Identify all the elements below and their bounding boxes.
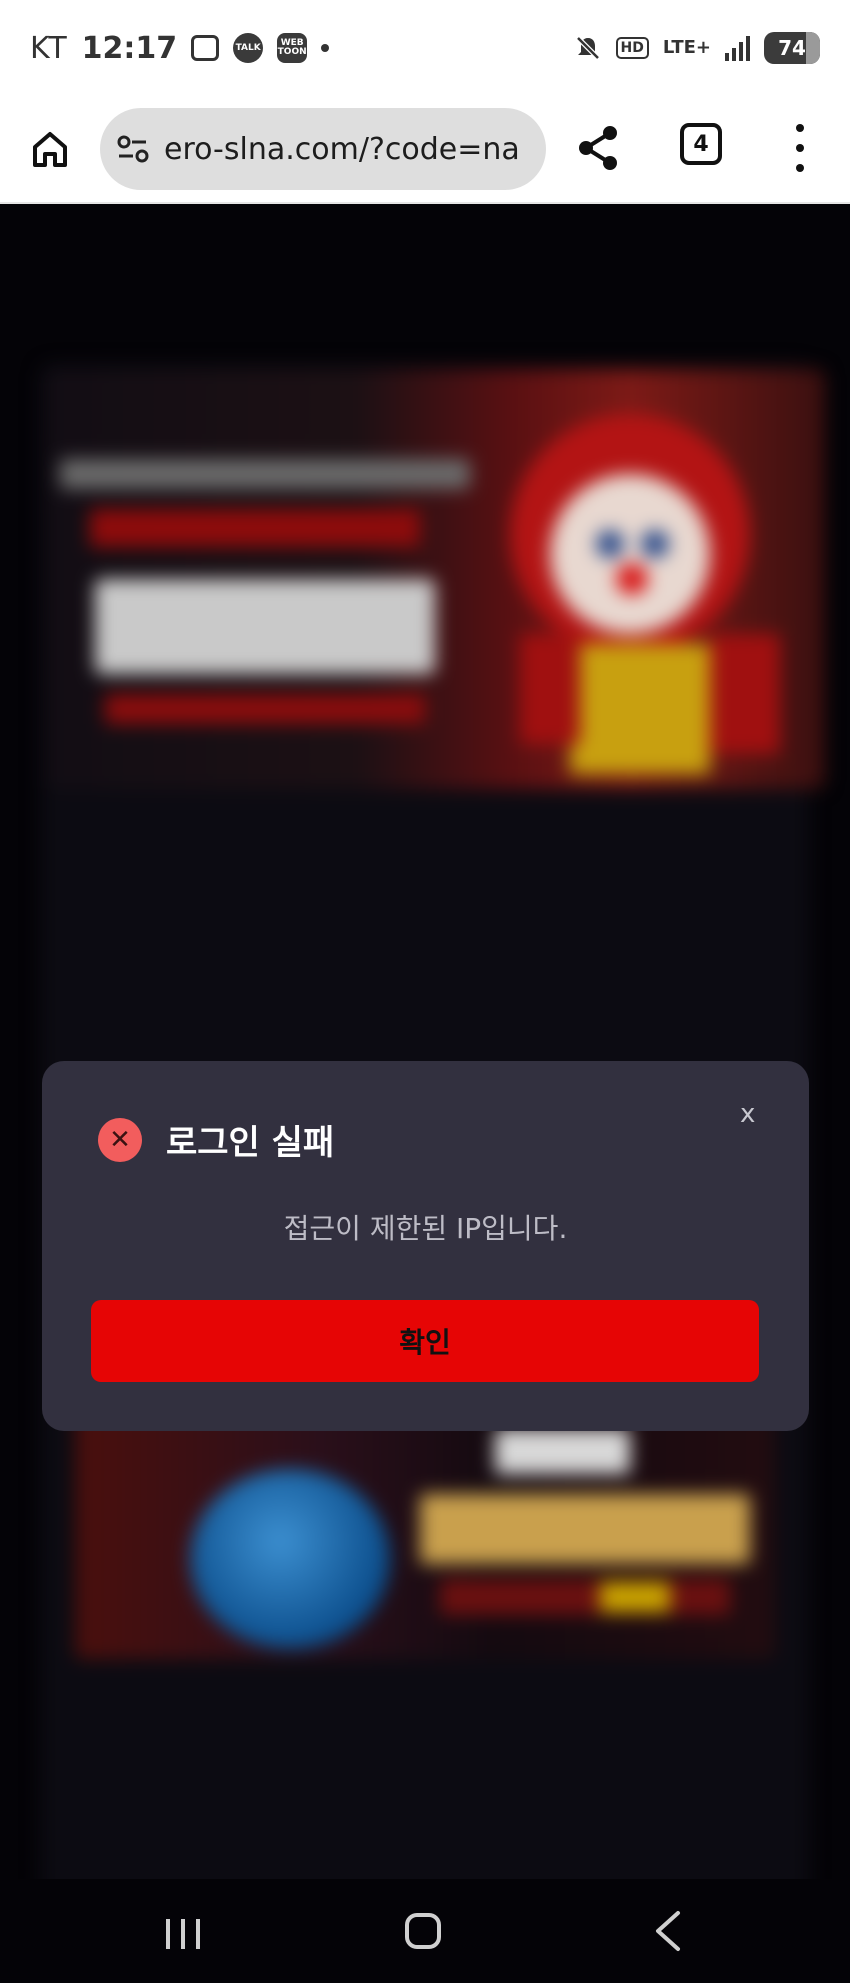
close-button[interactable]: x: [740, 1099, 755, 1129]
dialog-message: 접근이 제한된 IP입니다.: [283, 1212, 568, 1245]
banner-headline: [95, 579, 435, 674]
tab-switcher-button[interactable]: 4: [680, 123, 722, 165]
overflow-menu-button[interactable]: [780, 120, 820, 176]
menu-dot-icon: [796, 124, 804, 132]
home-icon: [33, 132, 67, 167]
blurred-background: [0, 204, 850, 1879]
browser-toolbar: ero-slna.com/?code=na 4: [0, 96, 850, 204]
system-navigation-bar: [0, 1879, 850, 1983]
recent-apps-button[interactable]: [166, 1919, 200, 1949]
banner-headline: [420, 1494, 750, 1564]
error-icon: ✕: [98, 1118, 142, 1162]
recent-apps-icon: [196, 1919, 200, 1949]
clown-illustration: [510, 414, 780, 774]
banner-text-line: [90, 509, 420, 547]
home-button[interactable]: [0, 96, 100, 202]
hd-voice-badge: HD: [615, 37, 649, 59]
clock-time: 12:17: [81, 30, 178, 66]
screenshot-icon: [191, 35, 220, 61]
banner-text-line: [60, 459, 470, 489]
battery-level: 74: [778, 36, 806, 60]
recent-apps-icon: [166, 1919, 170, 1949]
url-text[interactable]: ero-slna.com/?code=na: [164, 132, 520, 167]
address-bar[interactable]: ero-slna.com/?code=na: [100, 108, 546, 190]
web-page: ✕ 로그인 실패 x 접근이 제한된 IP입니다. 확인: [0, 204, 850, 1879]
signal-icon: [725, 35, 750, 61]
status-bar: KT 12:17 TALK WEB TOON HD LTE+ 74: [0, 0, 850, 96]
network-type-label: LTE+: [662, 37, 711, 58]
dialog-title: 로그인 실패: [166, 1123, 335, 1163]
banner-text-line: [495, 1429, 630, 1474]
notification-dot-icon: [321, 44, 330, 52]
battery-icon: 74: [764, 32, 820, 64]
recent-apps-icon: [181, 1919, 185, 1949]
site-settings-icon[interactable]: [116, 134, 150, 164]
banner-highlight: [600, 1582, 670, 1612]
kakaotalk-icon: TALK: [233, 33, 264, 63]
share-button[interactable]: [570, 116, 626, 180]
confirm-button[interactable]: 확인: [91, 1300, 759, 1382]
webtoon-icon: WEB TOON: [277, 33, 308, 63]
menu-dot-icon: [796, 144, 804, 152]
login-failed-dialog: ✕ 로그인 실패 x 접근이 제한된 IP입니다. 확인: [42, 1061, 809, 1431]
menu-dot-icon: [796, 164, 804, 172]
carrier-label: KT: [30, 30, 68, 66]
back-button[interactable]: [648, 1909, 688, 1953]
banner-text-line: [440, 1579, 730, 1615]
home-nav-button[interactable]: [405, 1913, 441, 1949]
mute-icon: [575, 36, 600, 60]
banner-text-line: [105, 694, 425, 724]
globe-illustration: [190, 1469, 390, 1649]
share-icon: [579, 126, 617, 170]
